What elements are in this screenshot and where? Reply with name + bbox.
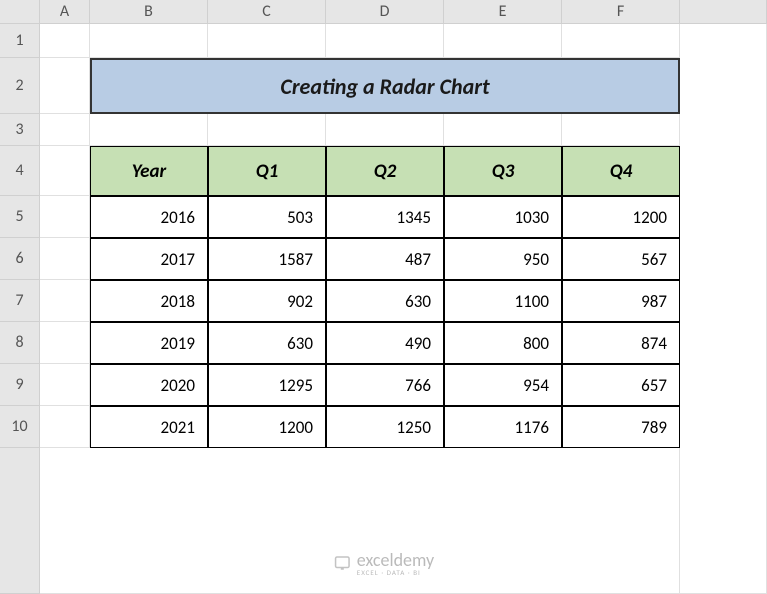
title-banner[interactable]: Creating a Radar Chart <box>90 58 680 114</box>
table-cell[interactable]: 657 <box>562 364 680 406</box>
table-header-year[interactable]: Year <box>90 146 208 196</box>
table-cell[interactable]: 2020 <box>90 364 208 406</box>
table-cell[interactable]: 902 <box>208 280 326 322</box>
spreadsheet-grid: A B C D E F 1 2 3 4 5 6 7 8 9 10 Creatin… <box>0 0 767 594</box>
table-cell[interactable]: 1200 <box>208 406 326 448</box>
table-cell[interactable]: 2016 <box>90 196 208 238</box>
table-cell[interactable]: 789 <box>562 406 680 448</box>
cell-A7[interactable] <box>40 280 90 322</box>
cell-B3[interactable] <box>90 114 208 146</box>
col-header-E[interactable]: E <box>444 0 562 24</box>
table-cell[interactable]: 630 <box>326 280 444 322</box>
table-cell[interactable]: 2018 <box>90 280 208 322</box>
cell-A9[interactable] <box>40 364 90 406</box>
cell-C3[interactable] <box>208 114 326 146</box>
col-header-A[interactable]: A <box>40 0 90 24</box>
cell-A10[interactable] <box>40 406 90 448</box>
cell-A2[interactable] <box>40 58 90 114</box>
table-cell[interactable]: 1176 <box>444 406 562 448</box>
table-cell[interactable]: 1345 <box>326 196 444 238</box>
cell-C1[interactable] <box>208 24 326 58</box>
cell-A6[interactable] <box>40 238 90 280</box>
cell-F3[interactable] <box>562 114 680 146</box>
row-header-3[interactable]: 3 <box>0 114 40 146</box>
table-cell[interactable]: 874 <box>562 322 680 364</box>
table-cell[interactable]: 630 <box>208 322 326 364</box>
table-cell[interactable]: 766 <box>326 364 444 406</box>
exceldemy-logo-icon <box>333 554 351 572</box>
cell-A1[interactable] <box>40 24 90 58</box>
table-cell[interactable]: 950 <box>444 238 562 280</box>
table-cell[interactable]: 1587 <box>208 238 326 280</box>
select-all-corner[interactable] <box>0 0 40 24</box>
cell-A3[interactable] <box>40 114 90 146</box>
table-cell[interactable]: 1030 <box>444 196 562 238</box>
row-header-9[interactable]: 9 <box>0 364 40 406</box>
col-header-B[interactable]: B <box>90 0 208 24</box>
row-header-6[interactable]: 6 <box>0 238 40 280</box>
cell-E1[interactable] <box>444 24 562 58</box>
table-header-q3[interactable]: Q3 <box>444 146 562 196</box>
cell-F1[interactable] <box>562 24 680 58</box>
table-cell[interactable]: 800 <box>444 322 562 364</box>
row-header-5[interactable]: 5 <box>0 196 40 238</box>
col-header-F[interactable]: F <box>562 0 680 24</box>
table-cell[interactable]: 1100 <box>444 280 562 322</box>
table-cell[interactable]: 567 <box>562 238 680 280</box>
cell-D3[interactable] <box>326 114 444 146</box>
table-cell[interactable]: 503 <box>208 196 326 238</box>
row-header-4[interactable]: 4 <box>0 146 40 196</box>
row-header-1[interactable]: 1 <box>0 24 40 58</box>
table-cell[interactable]: 954 <box>444 364 562 406</box>
cell-A8[interactable] <box>40 322 90 364</box>
table-cell[interactable]: 2021 <box>90 406 208 448</box>
col-header-C[interactable]: C <box>208 0 326 24</box>
table-cell[interactable]: 490 <box>326 322 444 364</box>
cell-A4[interactable] <box>40 146 90 196</box>
watermark: exceldemy EXCEL · DATA · BI <box>333 549 434 576</box>
cell-E3[interactable] <box>444 114 562 146</box>
table-header-q1[interactable]: Q1 <box>208 146 326 196</box>
cell-A5[interactable] <box>40 196 90 238</box>
col-header-blank <box>680 0 767 24</box>
table-header-q2[interactable]: Q2 <box>326 146 444 196</box>
table-cell[interactable]: 2019 <box>90 322 208 364</box>
table-cell[interactable]: 487 <box>326 238 444 280</box>
row-header-10[interactable]: 10 <box>0 406 40 448</box>
row-header-blank <box>0 448 40 594</box>
cell-blank[interactable] <box>680 24 767 594</box>
row-header-2[interactable]: 2 <box>0 58 40 114</box>
table-cell[interactable]: 1250 <box>326 406 444 448</box>
col-header-D[interactable]: D <box>326 0 444 24</box>
row-header-7[interactable]: 7 <box>0 280 40 322</box>
cell-B1[interactable] <box>90 24 208 58</box>
cell-D1[interactable] <box>326 24 444 58</box>
table-header-q4[interactable]: Q4 <box>562 146 680 196</box>
table-cell[interactable]: 1295 <box>208 364 326 406</box>
row-header-8[interactable]: 8 <box>0 322 40 364</box>
table-cell[interactable]: 1200 <box>562 196 680 238</box>
table-cell[interactable]: 2017 <box>90 238 208 280</box>
table-cell[interactable]: 987 <box>562 280 680 322</box>
